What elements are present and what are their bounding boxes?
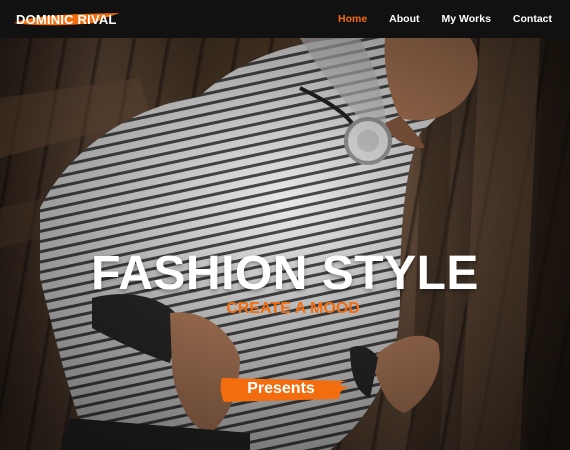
main-nav: Home About My Works Contact [316, 13, 552, 25]
presents-button[interactable]: Presents [218, 375, 352, 403]
presents-label: Presents [247, 380, 315, 397]
nav-contact[interactable]: Contact [513, 13, 552, 25]
nav-my-works[interactable]: My Works [442, 13, 491, 25]
logo-text: DOMINIC RIVAL [16, 11, 117, 27]
site-logo[interactable]: DOMINIC RIVAL [12, 7, 122, 31]
hero-headline: FASHION STYLE [91, 247, 479, 300]
hero-tagline: CREATE A MOOD [226, 300, 360, 317]
nav-about[interactable]: About [389, 13, 419, 25]
navbar: DOMINIC RIVAL Home About My Works Contac… [0, 0, 570, 38]
nav-home[interactable]: Home [338, 13, 367, 25]
hero-section: FASHION STYLE CREATE A MOOD Presents [0, 38, 570, 450]
